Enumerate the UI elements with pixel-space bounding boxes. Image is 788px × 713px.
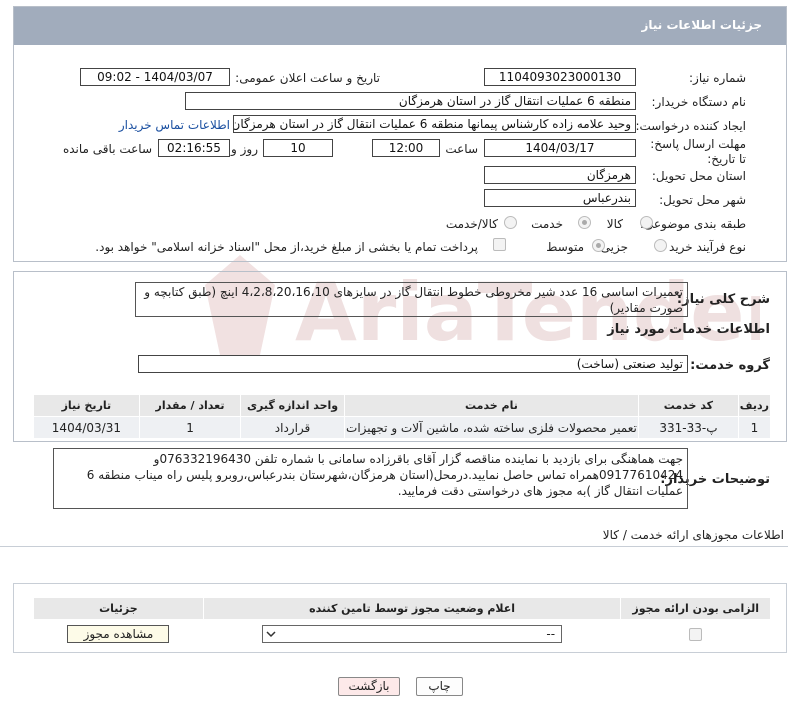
category-radio-goods[interactable] — [640, 216, 653, 229]
table-row: -- مشاهده مجوز — [33, 619, 771, 648]
need-number-field: 1104093023000130 — [484, 68, 636, 86]
buyer-org-field: منطقه 6 عملیات انتقال گاز در استان هرمزگ… — [185, 92, 636, 110]
permits-table-header: الزامی بودن ارائه مجوز اعلام وضعیت مجوز … — [33, 597, 771, 620]
services-section-title: اطلاعات خدمات مورد نیاز — [607, 322, 770, 337]
city-field: بندرعباس — [484, 189, 636, 207]
permit-status-select[interactable]: -- — [262, 624, 563, 643]
buyer-org-label: نام دستگاه خریدار: — [651, 95, 747, 109]
cell-permit-details: مشاهده مجوز — [33, 619, 204, 648]
process-type-label: نوع فرآیند خرید : — [661, 240, 746, 254]
announce-date-label: تاریخ و ساعت اعلان عمومی: — [235, 71, 380, 85]
services-table: ردیف کد خدمت نام خدمت واحد اندازه گیری ت… — [33, 394, 772, 439]
time-remaining-field: 02:16:55 — [158, 139, 230, 157]
col-permit-required: الزامی بودن ارائه مجوز — [620, 597, 771, 620]
time-remaining-label: ساعت باقی مانده — [62, 142, 152, 156]
province-field: هرمزگان — [484, 166, 636, 184]
category-option-service: خدمت — [531, 217, 563, 231]
cell-code: پ-33-331 — [638, 416, 739, 439]
panel-header: جزئیات اطلاعات نیاز — [14, 7, 786, 45]
col-unit: واحد اندازه گیری — [240, 394, 345, 417]
col-qty: تعداد / مقدار — [138, 394, 242, 417]
need-number-label: شماره نیاز: — [689, 71, 746, 85]
permits-section-title: اطلاعات مجوزهای ارائه خدمت / کالا — [602, 528, 784, 542]
table-row: 1 پ-33-331 تعمیر محصولات فلزی ساخته شده،… — [33, 416, 772, 439]
announce-date-field: 1404/03/07 - 09:02 — [80, 68, 230, 86]
creator-label: ایجاد کننده درخواست: — [635, 119, 746, 133]
permit-required-checkbox — [689, 627, 703, 641]
buyer-contact-link[interactable]: اطلاعات تماس خریدار — [119, 118, 230, 132]
services-table-header: ردیف کد خدمت نام خدمت واحد اندازه گیری ت… — [33, 394, 772, 417]
cell-row: 1 — [737, 416, 772, 439]
col-date: تاریخ نیاز — [33, 394, 140, 417]
deadline-label: مهلت ارسال پاسخ: تا تاریخ: — [650, 137, 746, 166]
province-label: استان محل تحویل: — [651, 169, 746, 183]
back-button[interactable]: بازگشت — [338, 677, 400, 696]
chevron-down-icon — [265, 628, 277, 640]
deadline-time-label: ساعت — [445, 142, 478, 156]
col-permit-details: جزئیات — [33, 597, 204, 620]
category-option-goods-service: کالا/خدمت — [445, 217, 498, 231]
cell-permit-status: -- — [202, 619, 622, 648]
permits-table: الزامی بودن ارائه مجوز اعلام وضعیت مجوز … — [33, 597, 771, 648]
days-label: روز و — [231, 142, 258, 156]
category-radio-service[interactable] — [578, 216, 591, 229]
creator-field: وحید علامه زاده کارشناس پیمانها منطقه 6 … — [233, 115, 636, 133]
category-label: طبقه بندی موضوعی: — [639, 217, 746, 231]
permit-status-value: -- — [546, 626, 556, 641]
cell-date: 1404/03/31 — [33, 416, 140, 439]
page-title: جزئیات اطلاعات نیاز — [641, 18, 762, 32]
col-code: کد خدمت — [638, 394, 739, 417]
buyer-notes-textarea: جهت هماهنگی برای بازدید با نماینده مناقص… — [53, 448, 688, 509]
treasury-checkbox[interactable] — [493, 238, 506, 251]
process-radio-medium[interactable] — [592, 239, 605, 252]
category-radio-goods-service[interactable] — [504, 216, 517, 229]
cell-qty: 1 — [138, 416, 242, 439]
cell-unit: قرارداد — [240, 416, 345, 439]
col-row: ردیف — [737, 394, 772, 417]
process-radio-minor[interactable] — [654, 239, 667, 252]
print-button[interactable]: چاپ — [416, 677, 463, 696]
treasury-note: پرداخت تمام یا بخشی از مبلغ خرید،از محل … — [95, 240, 478, 254]
col-permit-status: اعلام وضعیت مجوز توسط تامین کننده — [202, 597, 622, 620]
service-group-field: تولید صنعتی (ساخت) — [138, 355, 688, 373]
city-label: شهر محل تحویل: — [659, 193, 746, 207]
deadline-time-field: 12:00 — [372, 139, 440, 157]
permits-divider — [0, 546, 788, 547]
days-remaining-field: 10 — [263, 139, 333, 157]
summary-label: شرح کلی نیاز: — [676, 292, 770, 307]
deadline-date-field: 1404/03/17 — [484, 139, 636, 157]
process-option-medium: متوسط — [546, 240, 584, 254]
category-option-goods: کالا — [606, 217, 623, 231]
summary-textarea: تعمیرات اساسی 16 عدد شیر مخروطی خطوط انت… — [135, 282, 688, 317]
view-permit-button[interactable]: مشاهده مجوز — [67, 624, 170, 643]
service-group-label: گروه خدمت: — [690, 358, 770, 373]
cell-name: تعمیر محصولات فلزی ساخته شده، ماشین آلات… — [343, 416, 640, 439]
cell-permit-required — [620, 619, 771, 648]
col-name: نام خدمت — [343, 394, 640, 417]
